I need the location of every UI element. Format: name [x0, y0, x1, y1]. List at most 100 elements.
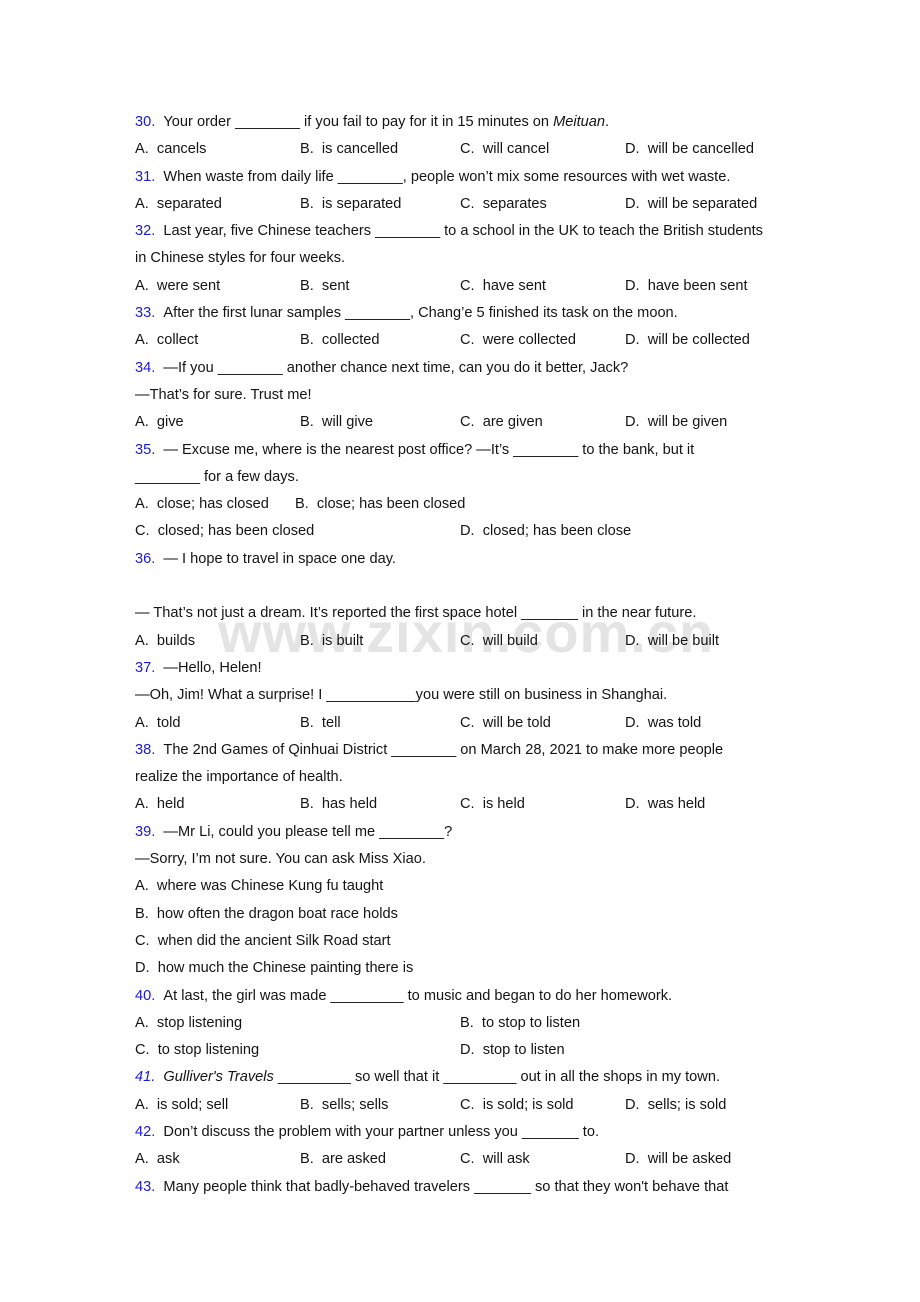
option-b[interactable]: B. is built: [300, 628, 363, 655]
option-c[interactable]: C. are given: [460, 409, 543, 436]
option-d[interactable]: D. have been sent: [625, 273, 748, 300]
option-b[interactable]: B. are asked: [300, 1146, 386, 1173]
option-letter: D.: [460, 523, 475, 540]
option-row-stacked: B. how often the dragon boat race holds: [135, 901, 795, 928]
option-letter-a: A.: [135, 414, 149, 431]
option-text-c: have sent: [482, 277, 546, 294]
option-a[interactable]: A. held: [135, 791, 185, 818]
option-c[interactable]: C. will ask: [460, 1146, 530, 1173]
question-number: 36.: [135, 550, 156, 567]
option-text-c: separates: [482, 195, 547, 212]
option-text: when did the ancient Silk Road start: [157, 932, 391, 949]
option-letter-d: D.: [625, 714, 640, 731]
option-c[interactable]: C. will cancel: [460, 136, 549, 163]
option-c[interactable]: C. when did the ancient Silk Road start: [135, 928, 391, 955]
option-c[interactable]: C. will be told: [460, 710, 551, 737]
option-d[interactable]: D. how much the Chinese painting there i…: [135, 955, 413, 982]
option-a[interactable]: A. stop listening: [135, 1010, 242, 1037]
option-b[interactable]: B. how often the dragon boat race holds: [135, 901, 398, 928]
option-d[interactable]: D. was told: [625, 710, 701, 737]
option-letter-d: D.: [625, 195, 640, 212]
option-a[interactable]: A. collect: [135, 327, 198, 354]
question-number: 42.: [135, 1123, 156, 1140]
option-b[interactable]: B. has held: [300, 791, 377, 818]
option-b[interactable]: B. is cancelled: [300, 136, 398, 163]
option-d[interactable]: D. will be collected: [625, 327, 750, 354]
option-d[interactable]: D. will be separated: [625, 191, 757, 218]
option-row-wide: C. closed; has been closed D. closed; has…: [135, 518, 795, 545]
option-letter-b: B.: [300, 277, 314, 294]
question-text: — Excuse me, where is the nearest post o…: [163, 441, 695, 458]
option-c[interactable]: C. to stop listening: [135, 1037, 259, 1064]
option-a[interactable]: A. is sold; sell: [135, 1092, 228, 1119]
question-number: 38.: [135, 741, 156, 758]
option-b[interactable]: B. sent: [300, 273, 350, 300]
option-a[interactable]: A. give: [135, 409, 184, 436]
option-text-d: will be given: [647, 414, 728, 431]
option-letter-b: B.: [300, 1096, 314, 1113]
option-c[interactable]: C. will build: [460, 628, 538, 655]
option-c[interactable]: C. is held: [460, 791, 525, 818]
option-d[interactable]: D. sells; is sold: [625, 1092, 726, 1119]
option-c[interactable]: C. separates: [460, 191, 547, 218]
option-d[interactable]: D. will be asked: [625, 1146, 731, 1173]
option-d[interactable]: D. stop to listen: [460, 1037, 565, 1064]
option-row: A. told B. tell C. will be told D. was told: [135, 710, 795, 737]
option-b[interactable]: B. tell: [300, 710, 341, 737]
question-stem-line: realize the importance of health.: [135, 764, 795, 791]
option-row: A. separated B. is separated C. separates D…: [135, 191, 795, 218]
question-text-tail: .: [605, 114, 610, 130]
question-italic-term: Meituan: [553, 114, 606, 130]
question-text: in Chinese styles for four weeks.: [135, 250, 346, 267]
question-number: 30.: [135, 114, 156, 130]
question-text: —Mr Li, could you please tell me _______…: [163, 823, 453, 840]
option-c[interactable]: C. were collected: [460, 327, 576, 354]
option-letter: A.: [135, 496, 149, 513]
option-letter-b: B.: [300, 414, 314, 431]
option-d[interactable]: D. will be cancelled: [625, 136, 754, 163]
option-d[interactable]: D. was held: [625, 791, 705, 818]
option-row: A. cancels B. is cancelled C. will cancel D…: [135, 136, 795, 163]
option-a[interactable]: A. cancels: [135, 136, 206, 163]
option-letter-a: A.: [135, 796, 149, 813]
option-text-d: will be asked: [647, 1151, 732, 1168]
option-b[interactable]: B. close; has been closed: [295, 491, 465, 518]
option-a[interactable]: A. told: [135, 710, 180, 737]
option-c[interactable]: C. is sold; is sold: [460, 1092, 574, 1119]
question-stem-line: ________ for a few days.: [135, 464, 795, 491]
option-a[interactable]: A. close; has closed: [135, 491, 269, 518]
option-b[interactable]: B. sells; sells: [300, 1092, 388, 1119]
option-a[interactable]: A. where was Chinese Kung fu taught: [135, 873, 383, 900]
option-c[interactable]: C. closed; has been closed: [135, 518, 314, 545]
option-d[interactable]: D. closed; has been close: [460, 518, 631, 545]
option-a[interactable]: A. were sent: [135, 273, 220, 300]
question-stem-line: 38. The 2nd Games of Qinhuai District __…: [135, 737, 795, 764]
question-stem-line: 32. Last year, five Chinese teachers ___…: [135, 218, 795, 245]
option-text-b: are asked: [321, 1151, 386, 1168]
option-letter-a: A.: [135, 277, 149, 294]
option-c[interactable]: C. have sent: [460, 273, 546, 300]
option-letter-d: D.: [625, 1096, 640, 1113]
option-b[interactable]: B. will give: [300, 409, 373, 436]
option-a[interactable]: A. builds: [135, 628, 195, 655]
question-text: —Sorry, I’m not sure. You can ask Miss X…: [135, 851, 426, 868]
option-letter-c: C.: [460, 277, 475, 294]
option-text-c: will be told: [482, 714, 551, 731]
option-b[interactable]: B. is separated: [300, 191, 401, 218]
option-d[interactable]: D. will be built: [625, 628, 719, 655]
option-a[interactable]: A. separated: [135, 191, 222, 218]
option-b[interactable]: B. collected: [300, 327, 380, 354]
option-b[interactable]: B. to stop to listen: [460, 1010, 580, 1037]
option-letter: C.: [135, 523, 150, 540]
option-letter: A.: [135, 1014, 149, 1031]
option-d[interactable]: D. will be given: [625, 409, 727, 436]
option-text-d: have been sent: [647, 277, 748, 294]
option-text-a: separated: [156, 195, 222, 212]
option-a[interactable]: A. ask: [135, 1146, 180, 1173]
option-text-c: will cancel: [482, 141, 550, 158]
option-letter-a: A.: [135, 195, 149, 212]
option-letter-c: C.: [460, 1151, 475, 1168]
option-text-a: held: [156, 796, 185, 813]
option-text-c: were collected: [482, 332, 576, 349]
